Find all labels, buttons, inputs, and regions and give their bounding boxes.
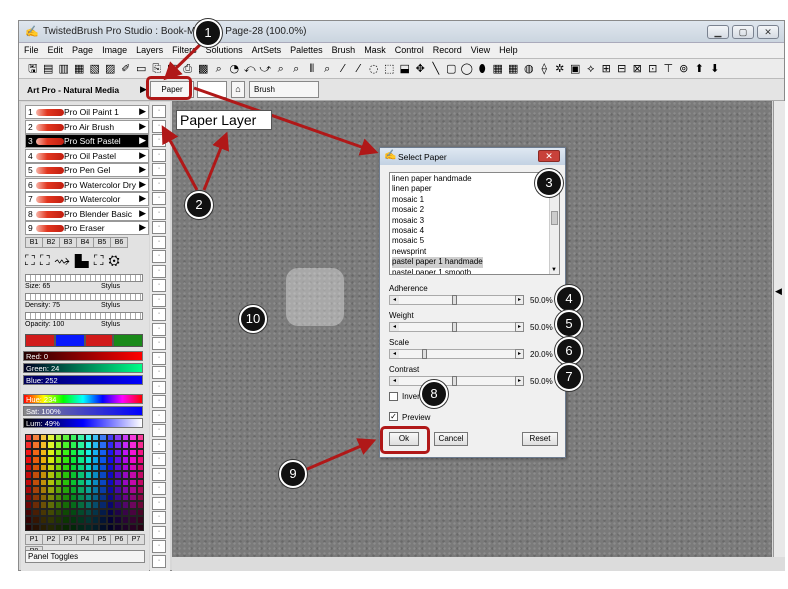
paper-button-highlight <box>146 76 192 100</box>
callout-8: 8 <box>420 380 448 408</box>
callout-6: 6 <box>555 337 583 365</box>
callout-4: 4 <box>555 285 583 313</box>
callout-3: 3 <box>535 169 563 197</box>
callout-7: 7 <box>555 363 583 391</box>
ok-button-highlight <box>380 426 430 454</box>
callout-1: 1 <box>194 19 222 47</box>
callout-9: 9 <box>279 460 307 488</box>
callout-2: 2 <box>185 191 213 219</box>
annotation-arrows <box>161 36 379 472</box>
arrow-2b <box>202 131 230 191</box>
callout-5: 5 <box>555 310 583 338</box>
arrow-2a <box>161 125 199 191</box>
callout-10: 10 <box>239 305 267 333</box>
paper-layer-label: Paper Layer <box>176 110 272 130</box>
arrow-9 <box>304 438 377 472</box>
